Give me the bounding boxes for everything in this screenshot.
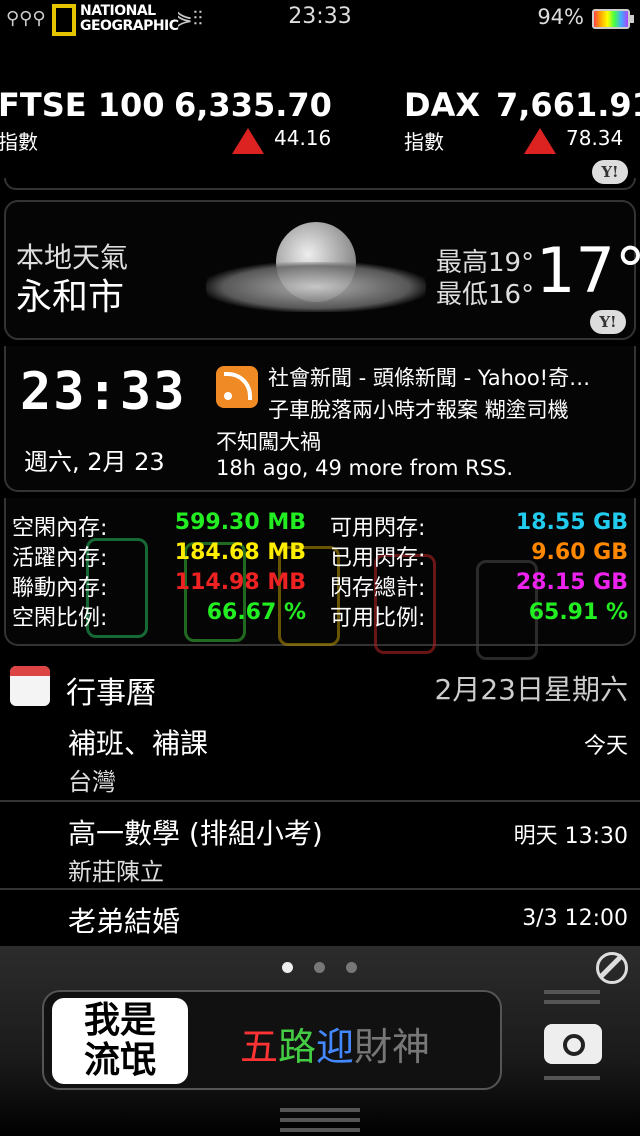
- status-bar: ⚲⚲⚲ NATIONAL GEOGRAPHIC ⋟⫶⫶ 23:33 94%: [0, 0, 640, 40]
- banner-char: 財神: [354, 1025, 431, 1069]
- event-title: 高一數學 (排組小考): [68, 817, 323, 850]
- storage-label: 可用比例:: [330, 606, 426, 631]
- event-title: 老弟結婚: [68, 905, 181, 938]
- rss-headline[interactable]: 子車脫落兩小時才報案 糊塗司機: [268, 394, 569, 424]
- storage-value: 65.91 %: [528, 600, 628, 625]
- handle-bar: [544, 1076, 600, 1080]
- weather-city: 永和市: [16, 277, 125, 318]
- event-title: 補班、補課: [68, 727, 209, 760]
- edit-icon[interactable]: [596, 952, 628, 984]
- storage-value: 18.55 GB: [515, 510, 628, 535]
- handle-bar: [544, 1000, 600, 1004]
- banner-text: 五路迎財神: [240, 1016, 430, 1071]
- storage-label: 可用閃存:: [330, 516, 426, 541]
- banner-char: 迎: [316, 1025, 355, 1069]
- memory-label: 空閑內存:: [12, 516, 108, 541]
- grabber-handle[interactable]: [280, 1118, 360, 1122]
- memory-value: 66.67 %: [206, 600, 306, 625]
- low-label: 最低: [436, 280, 489, 310]
- dock: 我是 流氓 五路迎財神: [0, 946, 640, 1136]
- yahoo-icon[interactable]: Y!: [590, 310, 626, 334]
- event-time: 明天 13:30: [513, 824, 628, 849]
- rss-footer: 18h ago, 49 more from RSS.: [216, 456, 514, 480]
- weather-widget[interactable]: 本地天氣 永和市 最高19° 最低16° 17° Y!: [4, 200, 640, 340]
- banner-char: 路: [278, 1025, 317, 1069]
- stock-name: DAX: [404, 86, 480, 124]
- battery-percent: 94%: [537, 5, 584, 29]
- clock-time: 23:33: [20, 362, 187, 422]
- memory-label: 活躍內存:: [12, 546, 108, 571]
- clock-rss-widget[interactable]: 23:33 週六, 2月 23 社會新聞 - 頭條新聞 - Yahoo!奇… 子…: [4, 346, 636, 492]
- rss-headline[interactable]: 社會新聞 - 頭條新聞 - Yahoo!奇…: [268, 362, 590, 392]
- cloud-icon: [206, 262, 426, 312]
- low-value: 16°: [488, 280, 535, 310]
- weather-low: 最低16°: [436, 274, 534, 311]
- current-temperature: 17°: [536, 234, 640, 307]
- memory-label: 空閑比例:: [12, 606, 108, 631]
- event-location: 台灣: [68, 768, 116, 796]
- memory-value: 599.30 MB: [174, 510, 306, 535]
- stock-price: 7,661.91: [496, 86, 640, 124]
- banner-widget[interactable]: 我是 流氓 五路迎財神: [42, 990, 502, 1090]
- rss-headline[interactable]: 不知闖大禍: [216, 426, 321, 456]
- logo-line: 流氓: [83, 1039, 156, 1081]
- page-indicator-active[interactable]: [282, 962, 293, 973]
- memory-value: 114.98 MB: [174, 570, 306, 595]
- divider: [4, 178, 636, 190]
- up-triangle-icon: [232, 128, 264, 154]
- grabber-handle[interactable]: [280, 1128, 360, 1132]
- storage-label: 已用閃存:: [330, 546, 426, 571]
- stock-price: 6,335.70: [174, 86, 332, 124]
- page-indicator[interactable]: [346, 962, 357, 973]
- memory-value: 184.68 MB: [174, 540, 306, 565]
- banner-char: 五: [240, 1025, 279, 1069]
- calendar-title: 行事曆: [66, 676, 156, 711]
- clock-date: 週六, 2月 23: [24, 448, 165, 476]
- handle-bar: [544, 990, 600, 994]
- calendar-icon: [10, 666, 50, 706]
- stock-subtitle: 指數: [0, 130, 38, 154]
- event-time: 今天: [583, 734, 628, 759]
- calendar-widget[interactable]: 行事曆 2月23日星期六 補班、補課 台灣 今天 高一數學 (排組小考) 新莊陳…: [0, 656, 640, 946]
- calendar-event[interactable]: 高一數學 (排組小考) 新莊陳立 明天 13:30: [0, 800, 640, 888]
- storage-value: 28.15 GB: [515, 570, 628, 595]
- logo-line: 我是: [83, 999, 156, 1041]
- stock-change: 78.34: [566, 126, 624, 150]
- logo-tile[interactable]: 我是 流氓: [52, 998, 188, 1084]
- calendar-date: 2月23日星期六: [434, 673, 628, 706]
- rss-icon[interactable]: [216, 366, 258, 408]
- stock-name: FTSE 100: [0, 86, 165, 124]
- stock-change: 44.16: [274, 126, 332, 150]
- stocks-widget[interactable]: FTSE 100 6,335.70 指數 44.16 DAX 7,661.91 …: [0, 80, 640, 190]
- calendar-event[interactable]: 補班、補課 台灣 今天: [0, 712, 640, 800]
- stock-subtitle: 指數: [404, 130, 444, 154]
- storage-label: 閃存總計:: [330, 576, 426, 601]
- memory-widget[interactable]: 空閑內存: 599.30 MB 活躍內存: 184.68 MB 聯動內存: 11…: [4, 498, 636, 660]
- event-location: 新莊陳立: [68, 858, 164, 886]
- page-indicator[interactable]: [314, 962, 325, 973]
- memory-label: 聯動內存:: [12, 576, 108, 601]
- camera-icon[interactable]: [544, 1024, 602, 1064]
- storage-value: 9.60 GB: [531, 540, 628, 565]
- event-time: 3/3 12:00: [522, 906, 628, 931]
- up-triangle-icon: [524, 128, 556, 154]
- battery-icon: [592, 9, 634, 29]
- grabber-handle[interactable]: [280, 1108, 360, 1112]
